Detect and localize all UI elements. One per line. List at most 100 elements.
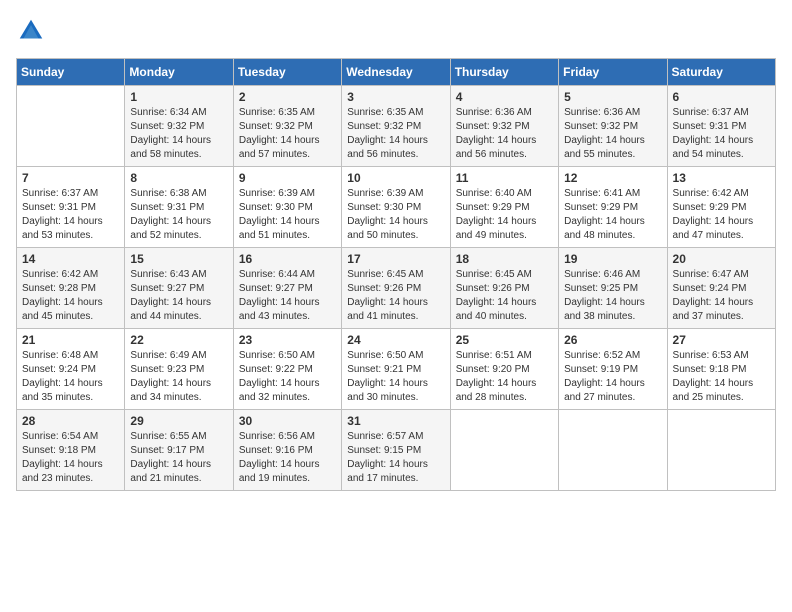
calendar-cell: 21 Sunrise: 6:48 AM Sunset: 9:24 PM Dayli… xyxy=(17,329,125,410)
day-number: 23 xyxy=(239,333,336,347)
day-number: 28 xyxy=(22,414,119,428)
day-info: Sunrise: 6:37 AM Sunset: 9:31 PM Dayligh… xyxy=(673,106,770,162)
calendar-cell: 26Sunrise: 6:52 AM Sunset: 9:19 PM Dayli… xyxy=(559,329,667,410)
day-number: 16 xyxy=(239,252,336,266)
calendar-week-row: 28 Sunrise: 6:54 AM Sunset: 9:18 PM Dayli… xyxy=(17,410,776,491)
day-info: Sunrise: 6:41 AM Sunset: 9:29 PM Dayligh… xyxy=(564,187,661,243)
calendar-week-row: 21 Sunrise: 6:48 AM Sunset: 9:24 PM Dayli… xyxy=(17,329,776,410)
day-info: Sunrise: 6:39 AM Sunset: 9:30 PM Dayligh… xyxy=(239,187,336,243)
day-info: Sunrise: 6:39 AM Sunset: 9:30 PM Dayligh… xyxy=(347,187,444,243)
calendar-cell: 12 Sunrise: 6:41 AM Sunset: 9:29 PM Dayli… xyxy=(559,167,667,248)
calendar-cell: 10 Sunrise: 6:39 AM Sunset: 9:30 PM Dayli… xyxy=(342,167,450,248)
calendar-cell: 7 Sunrise: 6:37 AM Sunset: 9:31 PM Daylig… xyxy=(17,167,125,248)
day-info: Sunrise: 6:45 AM Sunset: 9:26 PM Dayligh… xyxy=(347,268,444,324)
calendar-cell xyxy=(450,410,558,491)
calendar-cell: 16Sunrise: 6:44 AM Sunset: 9:27 PM Dayli… xyxy=(233,248,341,329)
weekday-header-sunday: Sunday xyxy=(17,59,125,86)
calendar-cell: 27Sunrise: 6:53 AM Sunset: 9:18 PM Dayli… xyxy=(667,329,775,410)
day-info: Sunrise: 6:40 AM Sunset: 9:29 PM Dayligh… xyxy=(456,187,553,243)
calendar-week-row: 14Sunrise: 6:42 AM Sunset: 9:28 PM Dayli… xyxy=(17,248,776,329)
weekday-header-monday: Monday xyxy=(125,59,233,86)
calendar-cell: 1 Sunrise: 6:34 AM Sunset: 9:32 PM Daylig… xyxy=(125,86,233,167)
calendar-week-row: 1 Sunrise: 6:34 AM Sunset: 9:32 PM Daylig… xyxy=(17,86,776,167)
calendar-cell: 4 Sunrise: 6:36 AM Sunset: 9:32 PM Daylig… xyxy=(450,86,558,167)
day-number: 5 xyxy=(564,90,661,104)
calendar-table: SundayMondayTuesdayWednesdayThursdayFrid… xyxy=(16,58,776,491)
day-number: 17 xyxy=(347,252,444,266)
day-info: Sunrise: 6:34 AM Sunset: 9:32 PM Dayligh… xyxy=(130,106,227,162)
day-info: Sunrise: 6:54 AM Sunset: 9:18 PM Dayligh… xyxy=(22,430,119,486)
calendar-cell: 6Sunrise: 6:37 AM Sunset: 9:31 PM Daylig… xyxy=(667,86,775,167)
day-number: 25 xyxy=(456,333,553,347)
day-number: 29 xyxy=(130,414,227,428)
day-number: 11 xyxy=(456,171,553,185)
calendar-cell: 2 Sunrise: 6:35 AM Sunset: 9:32 PM Daylig… xyxy=(233,86,341,167)
day-number: 30 xyxy=(239,414,336,428)
weekday-header-row: SundayMondayTuesdayWednesdayThursdayFrid… xyxy=(17,59,776,86)
calendar-cell: 9 Sunrise: 6:39 AM Sunset: 9:30 PM Daylig… xyxy=(233,167,341,248)
weekday-header-wednesday: Wednesday xyxy=(342,59,450,86)
day-info: Sunrise: 6:48 AM Sunset: 9:24 PM Dayligh… xyxy=(22,349,119,405)
calendar-cell: 14Sunrise: 6:42 AM Sunset: 9:28 PM Dayli… xyxy=(17,248,125,329)
day-number: 2 xyxy=(239,90,336,104)
calendar-cell: 20 Sunrise: 6:47 AM Sunset: 9:24 PM Dayli… xyxy=(667,248,775,329)
day-info: Sunrise: 6:53 AM Sunset: 9:18 PM Dayligh… xyxy=(673,349,770,405)
day-number: 9 xyxy=(239,171,336,185)
day-number: 15 xyxy=(130,252,227,266)
day-number: 20 xyxy=(673,252,770,266)
calendar-cell: 30 Sunrise: 6:56 AM Sunset: 9:16 PM Dayli… xyxy=(233,410,341,491)
day-info: Sunrise: 6:42 AM Sunset: 9:29 PM Dayligh… xyxy=(673,187,770,243)
day-info: Sunrise: 6:51 AM Sunset: 9:20 PM Dayligh… xyxy=(456,349,553,405)
day-number: 26 xyxy=(564,333,661,347)
day-number: 18 xyxy=(456,252,553,266)
day-info: Sunrise: 6:37 AM Sunset: 9:31 PM Dayligh… xyxy=(22,187,119,243)
calendar-cell: 11 Sunrise: 6:40 AM Sunset: 9:29 PM Dayli… xyxy=(450,167,558,248)
day-number: 8 xyxy=(130,171,227,185)
calendar-cell: 15 Sunrise: 6:43 AM Sunset: 9:27 PM Dayli… xyxy=(125,248,233,329)
calendar-cell: 3Sunrise: 6:35 AM Sunset: 9:32 PM Daylig… xyxy=(342,86,450,167)
day-number: 13 xyxy=(673,171,770,185)
calendar-cell: 29 Sunrise: 6:55 AM Sunset: 9:17 PM Dayli… xyxy=(125,410,233,491)
weekday-header-saturday: Saturday xyxy=(667,59,775,86)
day-number: 12 xyxy=(564,171,661,185)
weekday-header-thursday: Thursday xyxy=(450,59,558,86)
day-info: Sunrise: 6:47 AM Sunset: 9:24 PM Dayligh… xyxy=(673,268,770,324)
day-info: Sunrise: 6:35 AM Sunset: 9:32 PM Dayligh… xyxy=(347,106,444,162)
day-number: 24 xyxy=(347,333,444,347)
logo-icon xyxy=(16,16,46,46)
day-info: Sunrise: 6:38 AM Sunset: 9:31 PM Dayligh… xyxy=(130,187,227,243)
day-info: Sunrise: 6:35 AM Sunset: 9:32 PM Dayligh… xyxy=(239,106,336,162)
weekday-header-tuesday: Tuesday xyxy=(233,59,341,86)
logo xyxy=(16,16,50,46)
day-info: Sunrise: 6:49 AM Sunset: 9:23 PM Dayligh… xyxy=(130,349,227,405)
day-info: Sunrise: 6:56 AM Sunset: 9:16 PM Dayligh… xyxy=(239,430,336,486)
calendar-cell xyxy=(559,410,667,491)
day-number: 22 xyxy=(130,333,227,347)
day-info: Sunrise: 6:36 AM Sunset: 9:32 PM Dayligh… xyxy=(456,106,553,162)
day-info: Sunrise: 6:45 AM Sunset: 9:26 PM Dayligh… xyxy=(456,268,553,324)
calendar-cell: 13 Sunrise: 6:42 AM Sunset: 9:29 PM Dayli… xyxy=(667,167,775,248)
day-info: Sunrise: 6:43 AM Sunset: 9:27 PM Dayligh… xyxy=(130,268,227,324)
day-number: 7 xyxy=(22,171,119,185)
calendar-cell: 19Sunrise: 6:46 AM Sunset: 9:25 PM Dayli… xyxy=(559,248,667,329)
calendar-cell: 28 Sunrise: 6:54 AM Sunset: 9:18 PM Dayli… xyxy=(17,410,125,491)
calendar-cell: 23 Sunrise: 6:50 AM Sunset: 9:22 PM Dayli… xyxy=(233,329,341,410)
day-number: 31 xyxy=(347,414,444,428)
day-number: 1 xyxy=(130,90,227,104)
day-number: 19 xyxy=(564,252,661,266)
day-info: Sunrise: 6:55 AM Sunset: 9:17 PM Dayligh… xyxy=(130,430,227,486)
day-info: Sunrise: 6:50 AM Sunset: 9:22 PM Dayligh… xyxy=(239,349,336,405)
day-info: Sunrise: 6:50 AM Sunset: 9:21 PM Dayligh… xyxy=(347,349,444,405)
calendar-cell xyxy=(667,410,775,491)
day-number: 10 xyxy=(347,171,444,185)
weekday-header-friday: Friday xyxy=(559,59,667,86)
calendar-cell: 24 Sunrise: 6:50 AM Sunset: 9:21 PM Dayli… xyxy=(342,329,450,410)
calendar-week-row: 7 Sunrise: 6:37 AM Sunset: 9:31 PM Daylig… xyxy=(17,167,776,248)
day-info: Sunrise: 6:36 AM Sunset: 9:32 PM Dayligh… xyxy=(564,106,661,162)
calendar-cell: 5 Sunrise: 6:36 AM Sunset: 9:32 PM Daylig… xyxy=(559,86,667,167)
calendar-cell: 25 Sunrise: 6:51 AM Sunset: 9:20 PM Dayli… xyxy=(450,329,558,410)
day-info: Sunrise: 6:57 AM Sunset: 9:15 PM Dayligh… xyxy=(347,430,444,486)
day-number: 4 xyxy=(456,90,553,104)
day-number: 21 xyxy=(22,333,119,347)
header xyxy=(16,16,776,46)
